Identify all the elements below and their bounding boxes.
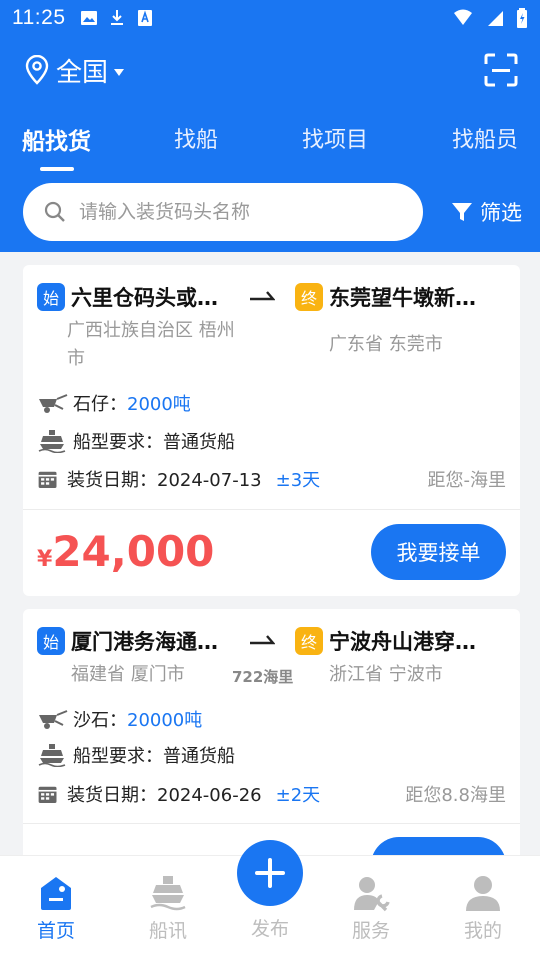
cargo-quantity: 2000吨 [127, 394, 191, 415]
nav-profile[interactable]: 我的 [443, 874, 523, 943]
start-badge: 始 [37, 283, 65, 311]
image-icon [80, 11, 97, 25]
ship-requirement: 船型要求：普通货船 [73, 432, 235, 453]
ship-requirement: 船型要求：普通货船 [73, 746, 235, 767]
ship-icon [38, 430, 66, 453]
route-row: 始 厦门港务海通… 终 宁波舟山港穿… [37, 627, 506, 659]
battery-icon [517, 8, 527, 28]
scan-icon[interactable] [484, 53, 518, 87]
start-badge: 始 [37, 627, 65, 655]
load-date-row: 装货日期：2024-06-26 ±2天 距您8.8海里 [37, 780, 506, 808]
ship-type-row: 船型要求：普通货船 [37, 427, 506, 455]
nav-ship-news-label: 船讯 [148, 920, 187, 942]
download-icon [110, 10, 123, 25]
location-row: 全国 [24, 50, 518, 90]
cargo-row: 沙石： 20000吨 [37, 705, 506, 733]
signal-icon [488, 11, 503, 26]
status-time: 11:25 [12, 6, 66, 29]
search-row: 筛选 [23, 183, 522, 241]
filter-icon [452, 203, 472, 221]
wifi-icon [454, 9, 472, 25]
app-icon [137, 10, 152, 26]
ship-type-row: 船型要求：普通货船 [37, 741, 506, 769]
calendar-icon [38, 786, 57, 803]
service-icon [354, 877, 390, 912]
search-icon [44, 201, 65, 222]
nav-ship-news[interactable]: 船讯 [128, 874, 208, 943]
divider [23, 509, 520, 510]
ship-icon [150, 876, 186, 911]
publish-button[interactable] [237, 840, 303, 906]
search-input[interactable] [79, 201, 399, 223]
user-icon [466, 876, 500, 911]
caret-down-icon [114, 68, 125, 76]
nav-service[interactable]: 服务 [331, 874, 411, 943]
destination-port: 东莞望牛墩新… [329, 286, 476, 310]
price: ¥24,000 [37, 527, 214, 576]
distance-to-you: 距您-海里 [427, 470, 507, 491]
load-date-row: 装货日期：2024-07-13 ±3天 距您-海里 [37, 465, 506, 493]
nav-home[interactable]: 首页 [16, 874, 96, 943]
destination-port: 宁波舟山港穿… [329, 630, 476, 654]
nav-home-label: 首页 [36, 920, 75, 942]
calendar-icon [38, 471, 57, 488]
arrow-right-icon [250, 635, 275, 645]
cargo-card[interactable]: 始 厦门港务海通… 终 宁波舟山港穿… 福建省 厦门市 722海里 浙江省 宁波… [23, 609, 520, 893]
location-pin-icon [25, 55, 49, 85]
origin-port: 六里仓码头或… [71, 286, 218, 310]
end-badge: 终 [295, 283, 323, 311]
divider [23, 823, 520, 824]
wheelbarrow-icon [39, 710, 68, 729]
tab-find-crew[interactable]: 找船员 [452, 122, 518, 154]
filter-label: 筛选 [480, 201, 522, 225]
accept-order-button[interactable]: 我要接单 [371, 524, 506, 580]
nav-profile-label: 我的 [463, 920, 502, 942]
origin-region: 广西壮族自治区 梧州市 [67, 320, 235, 369]
route-distance: 722海里 [232, 668, 294, 686]
cargo-type: 沙石： [73, 710, 127, 731]
end-badge: 终 [295, 627, 323, 655]
load-date: 装货日期：2024-06-26 [67, 785, 262, 806]
cargo-type: 石仔： [73, 394, 127, 415]
tab-find-ship[interactable]: 找船 [174, 122, 218, 154]
origin-region: 福建省 厦门市 [71, 664, 185, 685]
search-box[interactable] [23, 183, 423, 241]
header: 11:25 全国 船找货 找船 找项目 找船员 请输入装货码头名称 筛选 [0, 0, 540, 252]
plus-icon [255, 858, 285, 888]
cargo-quantity: 20000吨 [127, 710, 203, 731]
nav-service-label: 服务 [351, 920, 390, 942]
home-icon [41, 877, 71, 910]
tab-find-project[interactable]: 找项目 [302, 122, 368, 154]
destination-region: 广东省 东莞市 [329, 334, 443, 355]
location-label: 全国 [56, 57, 109, 88]
location-selector[interactable]: 全国 [24, 52, 125, 89]
filter-button[interactable]: 筛选 [450, 197, 522, 227]
status-bar: 11:25 [0, 0, 540, 36]
tab-bar: 船找货 找船 找项目 找船员 [0, 122, 540, 162]
tab-ship-find-cargo[interactable]: 船找货 [22, 122, 91, 156]
arrow-right-icon [250, 291, 275, 301]
load-date: 装货日期：2024-07-13 [67, 470, 262, 491]
load-date-flex: ±2天 [275, 785, 321, 806]
route-row: 始 六里仓码头或… 终 东莞望牛墩新… [37, 283, 506, 315]
publish-label: 发布 [250, 918, 289, 940]
origin-port: 厦门港务海通… [71, 630, 218, 654]
price-currency: ¥ [37, 547, 53, 572]
active-tab-indicator [40, 167, 74, 171]
wheelbarrow-icon [39, 394, 68, 413]
destination-region: 浙江省 宁波市 [329, 664, 443, 685]
cargo-row: 石仔： 2000吨 [37, 389, 506, 417]
ship-icon [38, 744, 66, 767]
load-date-flex: ±3天 [275, 470, 321, 491]
distance-to-you: 距您8.8海里 [405, 785, 506, 806]
cargo-card[interactable]: 始 六里仓码头或… 终 东莞望牛墩新… 广西壮族自治区 梧州市 广东省 东莞市 … [23, 265, 520, 596]
price-amount: 24,000 [52, 527, 215, 576]
